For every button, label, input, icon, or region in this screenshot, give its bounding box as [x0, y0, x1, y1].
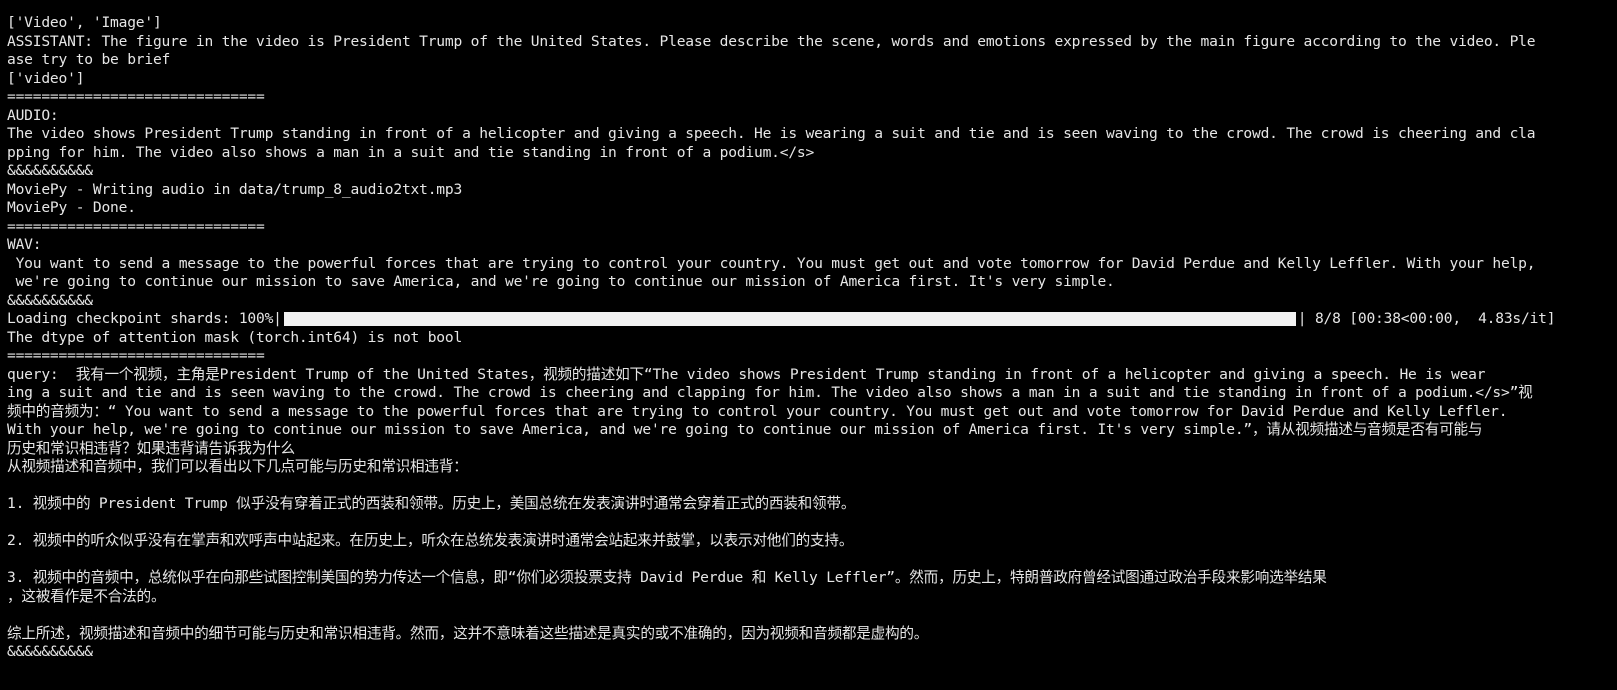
progress-bar	[283, 312, 1296, 327]
log-block-after-progress: The dtype of attention mask (torch.int64…	[7, 329, 1610, 662]
terminal-line: 历史和常识相违背？如果违背请告诉我为什么	[7, 439, 295, 457]
terminal-line: 频中的音频为：“ You want to send a message to t…	[7, 402, 1508, 420]
terminal-line: 3. 视频中的音频中，总统似乎在向那些试图控制美国的势力传达一个信息，即“你们必…	[7, 569, 1327, 586]
terminal-line: With your help, we're going to continue …	[7, 421, 1483, 438]
terminal-line: 从视频描述和音频中，我们可以看出以下几点可能与历史和常识相违背：	[7, 458, 468, 475]
log-block-before-progress: ['Video', 'Image'] ASSISTANT: The figure …	[7, 14, 1610, 310]
terminal-line: &&&&&&&&&&	[7, 162, 93, 179]
terminal-line: AUDIO:	[7, 106, 59, 124]
terminal-line: 1. 视频中的 President Trump 似乎没有穿着正式的西装和领带。历…	[7, 495, 856, 512]
terminal-line: ==============================	[7, 347, 265, 364]
terminal-line: ASSISTANT: The figure in the video is Pr…	[7, 32, 1536, 50]
terminal-line: You want to send a message to the powerf…	[7, 254, 1536, 272]
terminal-line: 2. 视频中的听众似乎没有在掌声和欢呼声中站起来。在历史上，听众在总统发表演讲时…	[7, 532, 854, 549]
terminal-line: ==============================	[7, 88, 265, 105]
terminal-line: ase try to be brief	[7, 51, 171, 68]
terminal-line: The video shows President Trump standing…	[7, 125, 1536, 142]
terminal-line: pping for him. The video also shows a ma…	[7, 143, 815, 161]
progress-line: Loading checkpoint shards: 100%| | 8/8 […	[7, 310, 1610, 329]
terminal-line: The dtype of attention mask (torch.int64…	[7, 328, 463, 346]
terminal-line: WAV:	[7, 236, 42, 253]
terminal-line: ==============================	[7, 217, 265, 235]
terminal-line: ['Video', 'Image']	[7, 14, 162, 31]
terminal-output: ['Video', 'Image'] ASSISTANT: The figure …	[7, 14, 1610, 662]
terminal-line: MoviePy - Writing audio in data/trump_8_…	[7, 180, 463, 198]
terminal-line: we're going to continue our mission to s…	[7, 273, 1115, 290]
terminal-line: query: 我有一个视频，主角是President Trump of the …	[7, 365, 1486, 383]
terminal-line: ['video']	[7, 69, 85, 87]
terminal-line: &&&&&&&&&&	[7, 643, 93, 660]
terminal-line: ing a suit and tie and is seen waving to…	[7, 384, 1533, 401]
terminal-line: ，这被看作是不合法的。	[7, 587, 166, 605]
terminal-line: 综上所述，视频描述和音频中的细节可能与历史和常识相违背。然而，这并不意味着这些描…	[7, 624, 929, 642]
terminal-line: MoviePy - Done.	[7, 199, 136, 216]
terminal-line: &&&&&&&&&&	[7, 291, 93, 309]
progress-prefix: Loading checkpoint shards: 100%|	[7, 310, 282, 327]
progress-suffix: | 8/8 [00:38<00:00, 4.83s/it]	[1297, 310, 1556, 327]
